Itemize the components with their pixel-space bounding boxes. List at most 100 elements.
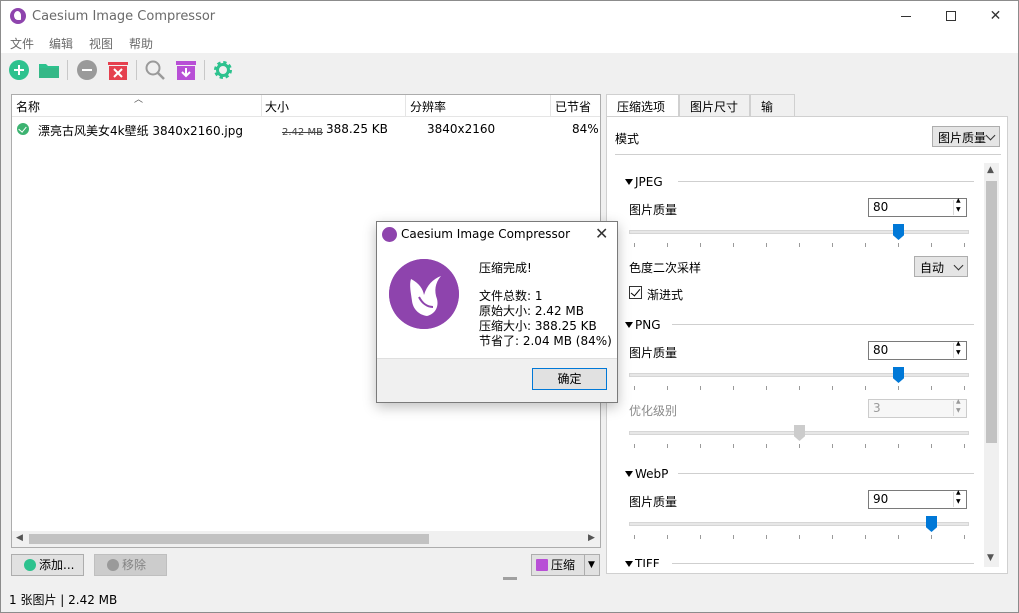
close-button[interactable]: ✕	[973, 1, 1018, 32]
webp-quality-label: 图片质量	[629, 495, 678, 509]
clear-icon[interactable]	[107, 59, 129, 81]
slider-tick	[865, 535, 866, 539]
column-divider[interactable]	[550, 95, 551, 117]
section-divider	[672, 563, 974, 564]
slider-tick	[700, 535, 701, 539]
export-icon[interactable]	[175, 59, 197, 81]
remove-icon[interactable]	[76, 59, 98, 81]
menu-help[interactable]: 帮助	[129, 35, 153, 52]
remove-button[interactable]: 移除	[94, 554, 167, 576]
column-name[interactable]: 名称	[16, 98, 40, 115]
progressive-checkbox[interactable]	[629, 286, 642, 299]
column-resolution[interactable]: 分辨率	[410, 98, 446, 115]
mode-select[interactable]: 图片质量	[932, 126, 1000, 147]
slider-tick	[964, 243, 965, 247]
file-saved: 84%	[572, 122, 599, 136]
settings-icon[interactable]	[212, 59, 234, 81]
add-icon[interactable]	[8, 59, 30, 81]
scroll-left-icon[interactable]: ◀	[16, 533, 23, 543]
png-quality-spinbox[interactable]: 80	[868, 340, 967, 360]
split-divider	[584, 555, 585, 575]
file-name: 漂亮古风美女4k壁纸 3840x2160.jpg	[38, 124, 243, 138]
toolbar	[1, 53, 1018, 87]
column-divider[interactable]	[405, 95, 406, 117]
slider-tick	[931, 535, 932, 539]
slider-tick	[964, 535, 965, 539]
compress-dropdown-icon[interactable]: ▼	[588, 555, 595, 575]
slider-tick	[766, 386, 767, 390]
tab-output[interactable]: 输出	[750, 94, 795, 131]
webp-section-header[interactable]: WebP	[625, 467, 668, 481]
slider-tick	[832, 386, 833, 390]
dialog-heading: 压缩完成!	[479, 261, 532, 275]
add-button[interactable]: 添加...	[11, 554, 84, 576]
section-divider	[672, 324, 974, 325]
slider-tick	[733, 444, 734, 448]
slider-tick	[964, 386, 965, 390]
vertical-scrollbar[interactable]: ▲ ▼	[984, 163, 999, 567]
slider-tick	[766, 243, 767, 247]
jpeg-section-header[interactable]: JPEG	[625, 175, 663, 189]
vertical-scroll-thumb[interactable]	[986, 181, 997, 443]
slider-tick	[766, 444, 767, 448]
file-new-size: 388.25 KB	[326, 122, 388, 136]
slider-tick	[733, 243, 734, 247]
column-divider[interactable]	[261, 95, 262, 117]
toolbar-separator	[67, 60, 68, 80]
chroma-subsampling-label: 色度二次采样	[629, 261, 702, 275]
scroll-down-icon[interactable]: ▼	[987, 553, 994, 563]
horizontal-scroll-thumb[interactable]	[29, 534, 429, 544]
folder-icon[interactable]	[38, 59, 60, 81]
webp-quality-spinbox[interactable]: 90	[868, 489, 967, 509]
tiff-section-header[interactable]: TIFF	[625, 557, 660, 567]
column-saved[interactable]: 已节省	[555, 98, 591, 115]
slider-thumb[interactable]	[893, 367, 904, 383]
slider-tick	[733, 535, 734, 539]
slider-tick	[700, 243, 701, 247]
slider-tick	[667, 444, 668, 448]
ok-button[interactable]: 确定	[532, 368, 607, 390]
divider	[615, 154, 1001, 155]
slider-thumb[interactable]	[893, 224, 904, 240]
dialog-title: Caesium Image Compressor	[401, 227, 571, 241]
slider-thumb[interactable]	[794, 425, 805, 441]
dialog-close-icon[interactable]: ✕	[595, 224, 608, 243]
menu-view[interactable]: 视图	[89, 35, 113, 52]
options-scroll-area[interactable]: JPEG 图片质量 80 色度二次采样 自动 渐进式 PNG 图片质量 80 优…	[614, 161, 999, 567]
png-section-header[interactable]: PNG	[625, 318, 661, 332]
file-row[interactable]: 漂亮古风美女4k壁纸 3840x2160.jpg 2.42 MB 388.25 …	[12, 119, 600, 139]
splitter-handle[interactable]	[503, 577, 517, 580]
jpeg-quality-spinbox[interactable]: 80	[868, 197, 967, 217]
compression-complete-dialog: Caesium Image Compressor ✕ 压缩完成! 文件总数: 1…	[376, 221, 618, 403]
menu-file[interactable]: 文件	[10, 35, 34, 52]
mode-label: 模式	[615, 132, 640, 146]
slider-tick	[898, 535, 899, 539]
section-divider	[678, 473, 974, 474]
maximize-button[interactable]	[928, 1, 973, 32]
horizontal-scrollbar[interactable]: ◀ ▶	[12, 531, 600, 547]
minimize-button[interactable]	[883, 1, 928, 32]
minimize-icon	[900, 15, 911, 17]
slider-tick	[667, 535, 668, 539]
slider-tick	[865, 444, 866, 448]
file-list-header: ︿ 名称 大小 分辨率 已节省	[12, 95, 600, 117]
sort-arrow-icon: ︿	[134, 95, 144, 105]
chroma-subsampling-select[interactable]: 自动	[914, 256, 968, 277]
png-quality-slider[interactable]	[629, 367, 969, 390]
preview-icon[interactable]	[144, 59, 166, 81]
slider-thumb[interactable]	[926, 516, 937, 532]
scroll-right-icon[interactable]: ▶	[588, 533, 595, 543]
compress-button[interactable]: 压缩 ▼	[531, 554, 600, 576]
menu-edit[interactable]: 编辑	[49, 35, 73, 52]
file-original-size: 2.42 MB	[282, 127, 323, 138]
tab-resize[interactable]: 图片尺寸	[679, 94, 750, 117]
png-optimization-spinbox[interactable]: 3	[868, 398, 967, 418]
webp-quality-slider[interactable]	[629, 516, 969, 539]
png-optimization-slider[interactable]	[629, 425, 969, 448]
jpeg-quality-slider[interactable]	[629, 224, 969, 247]
tab-compression[interactable]: 压缩选项	[606, 94, 679, 118]
column-size[interactable]: 大小	[265, 98, 289, 115]
scroll-up-icon[interactable]: ▲	[987, 165, 994, 175]
remove-icon	[107, 559, 119, 571]
status-text: 1 张图片 | 2.42 MB	[9, 593, 118, 607]
